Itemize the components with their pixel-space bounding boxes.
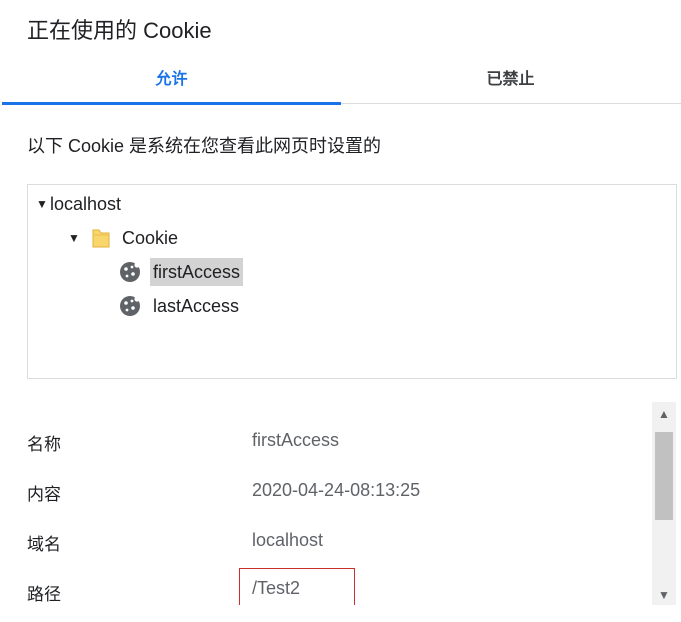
cookie-details: 名称 firstAccess 内容 2020-04-24-08:13:25 域名… xyxy=(0,400,681,605)
detail-label: 内容 xyxy=(27,485,61,504)
dialog-title: 正在使用的 Cookie xyxy=(27,18,212,43)
cookie-icon xyxy=(120,262,140,282)
detail-row-domain: 域名 localhost xyxy=(0,510,640,560)
details-scrollbar[interactable]: ▲ ▼ xyxy=(652,402,676,605)
tree-node-site[interactable]: ▼ localhost xyxy=(36,189,121,219)
triangle-down-icon[interactable]: ▼ xyxy=(68,231,82,245)
detail-row-content: 内容 2020-04-24-08:13:25 xyxy=(0,460,640,510)
tab-bar: 允许 已禁止 xyxy=(2,58,681,105)
cookies-description: 以下 Cookie 是系统在您查看此网页时设置的 xyxy=(27,136,382,156)
triangle-down-icon[interactable]: ▼ xyxy=(36,197,50,211)
detail-label: 域名 xyxy=(27,535,61,554)
tree-node-cookie[interactable]: lastAccess xyxy=(119,291,242,321)
site-label: localhost xyxy=(50,193,122,214)
scroll-up-icon[interactable]: ▲ xyxy=(652,404,676,424)
tab-allowed[interactable]: 允许 xyxy=(2,58,341,105)
cookie-label-selected: firstAccess xyxy=(150,258,244,286)
tree-node-folder[interactable]: ▼ Cookie xyxy=(68,223,178,253)
cookie-tree: ▼ localhost ▼ Cookie firstAccess lastAcc… xyxy=(27,184,677,379)
cookie-label: lastAccess xyxy=(153,296,240,316)
detail-row-path: 路径 /Test2 xyxy=(0,560,640,605)
detail-value-highlighted: /Test2 xyxy=(239,568,355,605)
tab-blocked[interactable]: 已禁止 xyxy=(341,58,680,104)
detail-label: 名称 xyxy=(27,435,61,454)
cookie-icon xyxy=(120,296,140,316)
detail-row-name: 名称 firstAccess xyxy=(0,410,640,460)
detail-value: firstAccess xyxy=(252,430,340,450)
scroll-down-icon[interactable]: ▼ xyxy=(652,585,676,605)
detail-value: localhost xyxy=(252,530,324,550)
detail-value: 2020-04-24-08:13:25 xyxy=(252,480,421,500)
folder-icon xyxy=(92,229,110,248)
scrollbar-thumb[interactable] xyxy=(655,432,673,520)
detail-label: 路径 xyxy=(27,585,61,604)
folder-label: Cookie xyxy=(122,227,179,248)
tree-node-cookie[interactable]: firstAccess xyxy=(119,257,244,287)
